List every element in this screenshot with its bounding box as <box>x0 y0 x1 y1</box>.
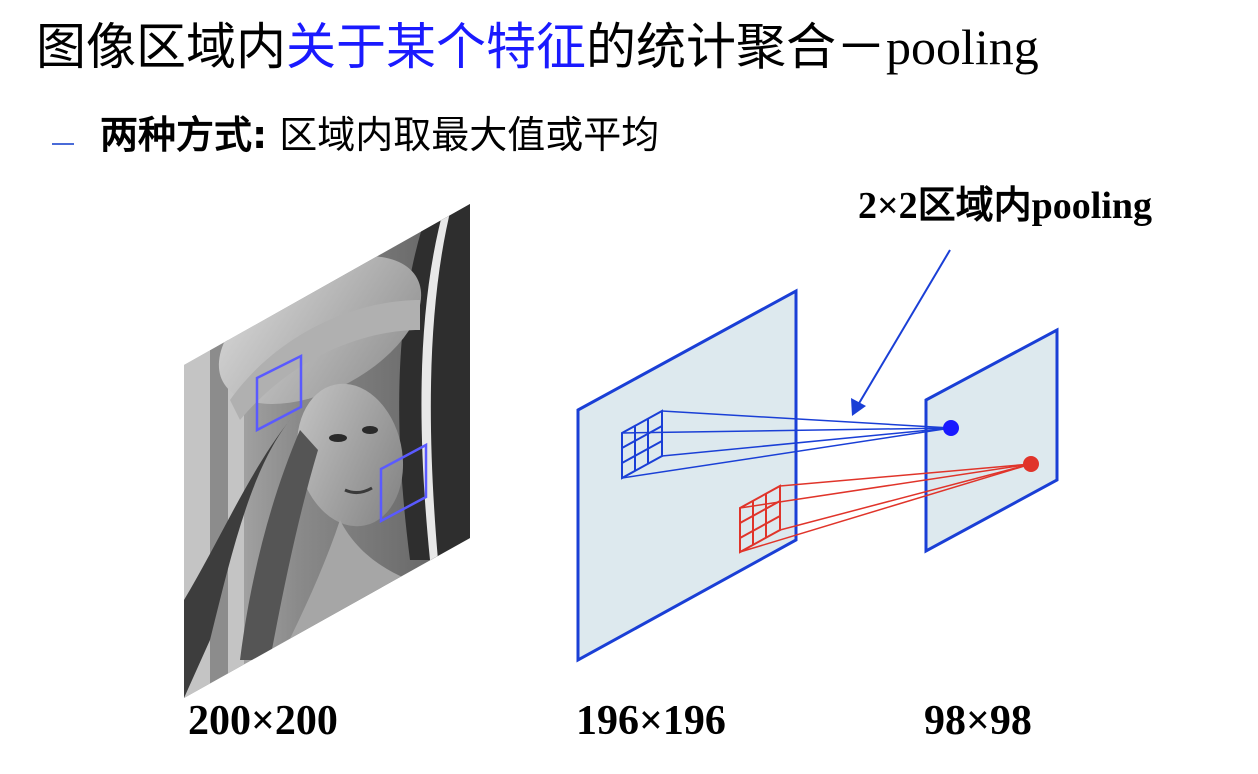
input-size-label: 200×200 <box>188 698 338 744</box>
pooling-diagram <box>184 204 1059 698</box>
pooled-size-label: 98×98 <box>924 698 1032 744</box>
feature-map-plane <box>576 288 798 663</box>
input-image <box>184 204 470 698</box>
red-output-dot <box>1023 456 1039 472</box>
feature-size-label: 196×196 <box>576 698 726 744</box>
annotation-arrow <box>851 249 951 416</box>
blue-output-dot <box>943 420 959 436</box>
pooled-map-plane <box>924 327 1059 554</box>
